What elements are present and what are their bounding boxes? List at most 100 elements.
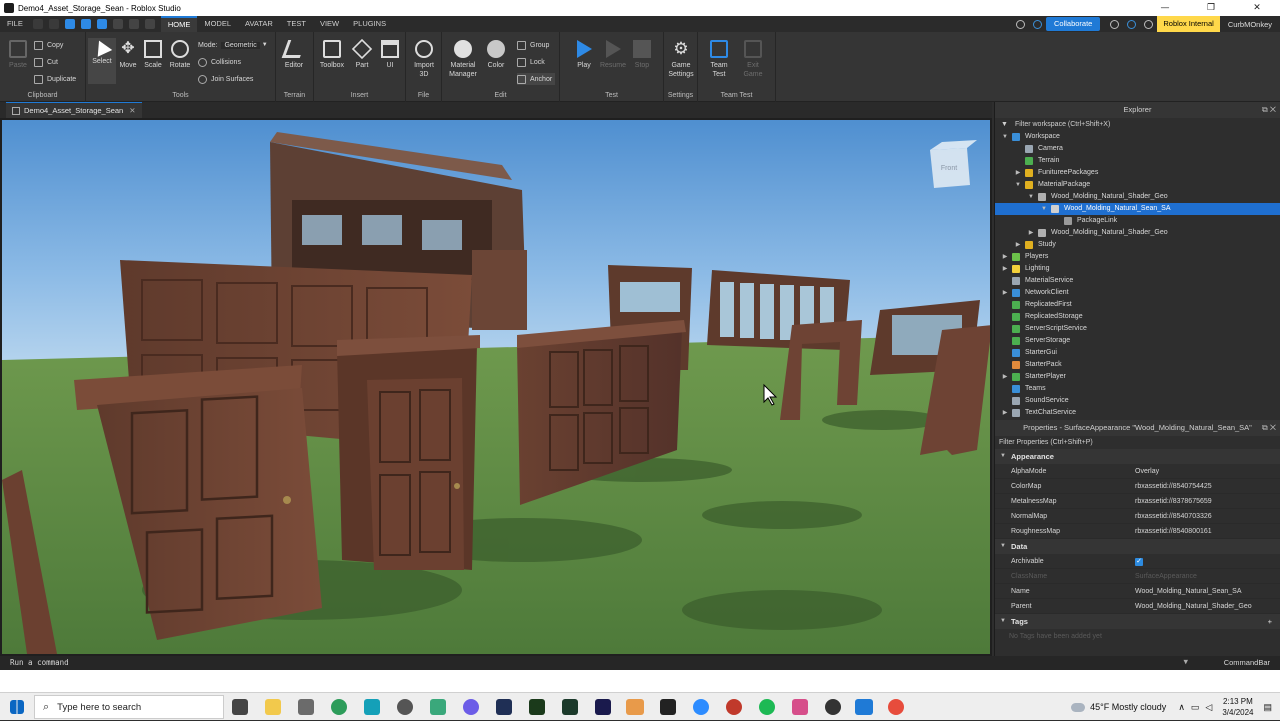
property-row[interactable]: MetalnessMap rbxassetid://8378675659 bbox=[995, 494, 1280, 509]
tab-test[interactable]: TEST bbox=[280, 16, 313, 32]
property-value[interactable]: rbxassetid://8540703326 bbox=[1135, 509, 1212, 524]
scale-button[interactable]: Scale bbox=[139, 38, 167, 70]
property-value[interactable]: Overlay bbox=[1135, 464, 1159, 479]
file-explorer-icon[interactable] bbox=[265, 699, 281, 715]
explorer-item[interactable]: ▼ Workspace bbox=[995, 131, 1280, 143]
collisions-toggle[interactable]: Collisions bbox=[198, 56, 241, 68]
property-row[interactable]: Name Wood_Molding_Natural_Sean_SA bbox=[995, 584, 1280, 599]
app-icon[interactable] bbox=[298, 699, 314, 715]
explorer-item[interactable]: ServerScriptService bbox=[995, 323, 1280, 335]
lock-button[interactable]: Lock bbox=[517, 56, 545, 68]
expand-arrow-icon[interactable]: ▼ bbox=[1040, 203, 1048, 215]
play-quick-icon[interactable] bbox=[64, 19, 75, 29]
resume-button[interactable]: Resume bbox=[599, 38, 627, 70]
add-tag-button[interactable]: + bbox=[1268, 614, 1272, 629]
explorer-filter-input[interactable]: ▼ Filter workspace (Ctrl+Shift+X) bbox=[995, 118, 1280, 131]
property-row[interactable]: RoughnessMap rbxassetid://8540800161 bbox=[995, 524, 1280, 539]
expand-arrow-icon[interactable]: ▶ bbox=[1014, 167, 1022, 179]
property-value[interactable]: rbxassetid://8540800161 bbox=[1135, 524, 1212, 539]
app-icon[interactable] bbox=[430, 699, 446, 715]
chrome-icon[interactable] bbox=[331, 699, 347, 715]
explorer-item[interactable]: Camera bbox=[995, 143, 1280, 155]
photoshop-icon[interactable] bbox=[496, 699, 512, 715]
app-icon[interactable] bbox=[660, 699, 676, 715]
property-value[interactable]: Wood_Molding_Natural_Shader_Geo bbox=[1135, 599, 1252, 614]
document-tab[interactable]: Demo4_Asset_Storage_Sean ✕ bbox=[6, 102, 142, 118]
explorer-item[interactable]: StarterGui bbox=[995, 347, 1280, 359]
appearance-section[interactable]: ▼ Appearance bbox=[995, 449, 1280, 464]
sync-icon[interactable] bbox=[1033, 19, 1042, 29]
explorer-item[interactable]: ▼ MaterialPackage bbox=[995, 179, 1280, 191]
app-icon[interactable] bbox=[562, 699, 578, 715]
select-button[interactable]: Select bbox=[88, 37, 116, 84]
expand-arrow-icon[interactable]: ▼ bbox=[1027, 191, 1035, 203]
save-icon[interactable] bbox=[32, 19, 43, 29]
chrome-icon[interactable] bbox=[888, 699, 904, 715]
mode-value[interactable]: Geometric bbox=[221, 41, 260, 49]
expand-arrow-icon[interactable]: ▶ bbox=[1001, 251, 1009, 263]
run-icon[interactable] bbox=[96, 19, 107, 29]
move-button[interactable]: ✥ Move bbox=[114, 38, 142, 70]
close-tab-icon[interactable]: ✕ bbox=[129, 106, 135, 115]
explorer-item[interactable]: ReplicatedFirst bbox=[995, 299, 1280, 311]
expand-arrow-icon[interactable]: ▶ bbox=[1014, 239, 1022, 251]
archivable-checkbox[interactable]: ✓ bbox=[1135, 558, 1143, 566]
customize-icon[interactable] bbox=[144, 19, 155, 29]
app-icon[interactable] bbox=[463, 699, 479, 715]
play-here-icon[interactable] bbox=[80, 19, 91, 29]
property-row[interactable]: Parent Wood_Molding_Natural_Shader_Geo bbox=[995, 599, 1280, 614]
help-icon[interactable] bbox=[1110, 19, 1120, 29]
app-icon[interactable] bbox=[529, 699, 545, 715]
explorer-item[interactable]: ▶ Lighting bbox=[995, 263, 1280, 275]
tags-section[interactable]: ▼ Tags + bbox=[995, 614, 1280, 629]
collaborate-button[interactable]: Collaborate bbox=[1046, 17, 1101, 31]
taskbar-search-input[interactable]: ⌕ Type here to search bbox=[34, 695, 224, 719]
explorer-item[interactable]: ▼ Wood_Molding_Natural_Shader_Geo bbox=[995, 191, 1280, 203]
app-icon[interactable] bbox=[626, 699, 644, 715]
command-input[interactable]: Run a command bbox=[10, 658, 69, 667]
app-icon[interactable] bbox=[397, 699, 413, 715]
premiere-icon[interactable] bbox=[595, 699, 611, 715]
app-icon[interactable] bbox=[726, 699, 742, 715]
publish-icon[interactable] bbox=[48, 19, 59, 29]
app-icon[interactable] bbox=[825, 699, 841, 715]
explorer-item[interactable]: Terrain bbox=[995, 155, 1280, 167]
data-section[interactable]: ▼ Data bbox=[995, 539, 1280, 554]
user-name[interactable]: CurbMOnkey bbox=[1220, 20, 1280, 29]
property-row[interactable]: AlphaMode Overlay bbox=[995, 464, 1280, 479]
play-button[interactable]: Play bbox=[570, 38, 598, 70]
paste-button[interactable]: Paste bbox=[4, 38, 32, 70]
stop-quick-icon[interactable] bbox=[112, 19, 123, 29]
undo-icon[interactable] bbox=[128, 19, 139, 29]
explorer-item[interactable]: ▶ NetworkClient bbox=[995, 287, 1280, 299]
group-button[interactable]: Group bbox=[517, 39, 549, 51]
expand-arrow-icon[interactable]: ▶ bbox=[1001, 287, 1009, 299]
explorer-item[interactable]: ▶ Study bbox=[995, 239, 1280, 251]
exit-game-button[interactable]: Exit Game bbox=[739, 38, 767, 79]
volume-icon[interactable]: ◁ bbox=[1205, 702, 1212, 713]
explorer-item[interactable]: StarterPack bbox=[995, 359, 1280, 371]
explorer-item[interactable]: ▶ Players bbox=[995, 251, 1280, 263]
share-network-icon[interactable] bbox=[1144, 19, 1154, 29]
zoom-icon[interactable] bbox=[693, 699, 709, 715]
cloud-icon[interactable] bbox=[1127, 19, 1137, 29]
task-view-icon[interactable] bbox=[232, 699, 248, 715]
expand-arrow-icon[interactable]: ▼ bbox=[1014, 179, 1022, 191]
cut-button[interactable]: Cut bbox=[34, 56, 58, 68]
explorer-item[interactable]: MaterialService bbox=[995, 275, 1280, 287]
tray-chevron-icon[interactable]: ∧ bbox=[1178, 702, 1185, 713]
toolbox-button[interactable]: Toolbox bbox=[318, 38, 346, 70]
app-icon[interactable] bbox=[364, 699, 380, 715]
explorer-item[interactable]: SoundService bbox=[995, 395, 1280, 407]
ui-button[interactable]: UI bbox=[376, 38, 404, 70]
spotify-icon[interactable] bbox=[759, 699, 775, 715]
property-value[interactable]: rbxassetid://8378675659 bbox=[1135, 494, 1212, 509]
explorer-item[interactable]: ▶ Wood_Molding_Natural_Shader_Geo bbox=[995, 227, 1280, 239]
panel-close-icon[interactable]: ⧉ ✕ bbox=[1262, 102, 1276, 118]
tab-view[interactable]: VIEW bbox=[313, 16, 346, 32]
mode-selector[interactable]: Mode: Geometric ▼ bbox=[198, 39, 268, 51]
explorer-item[interactable]: ▶ FunitureePackages bbox=[995, 167, 1280, 179]
color-button[interactable]: Color bbox=[482, 38, 510, 70]
part-button[interactable]: Part bbox=[348, 38, 376, 70]
panel-close-icon[interactable]: ⧉ ✕ bbox=[1262, 420, 1276, 436]
